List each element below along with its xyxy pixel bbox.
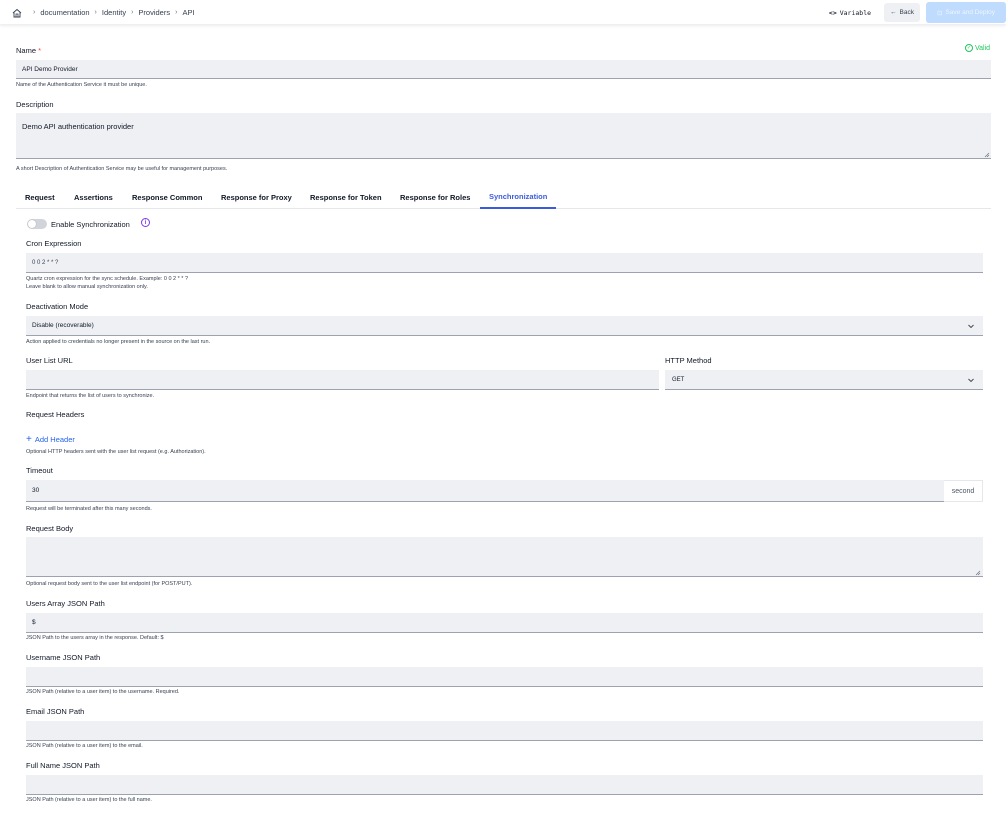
user-list-url-hint: Endpoint that returns the list of users … (26, 393, 155, 399)
name-label-text: Name (16, 46, 37, 55)
users-array-json-path-hint: JSON Path to the users array in the resp… (26, 635, 164, 641)
timeout-input[interactable]: 30 (26, 480, 944, 502)
cron-hint-manual: Leave blank to allow manual synchronizat… (26, 284, 148, 290)
description-value: Demo API authentication provider (22, 122, 134, 131)
breadcrumb-item-providers[interactable]: Providers (138, 8, 170, 17)
username-json-path-hint: JSON Path (relative to a user item) to t… (26, 689, 180, 695)
name-label: Name * (16, 46, 41, 55)
http-method-value: GET (672, 376, 685, 383)
request-body-hint: Optional request body sent to the user l… (26, 581, 193, 587)
email-json-path-label: Email JSON Path (26, 707, 85, 716)
tab-assertions[interactable]: Assertions (65, 185, 122, 209)
description-textarea[interactable]: Demo API authentication provider (16, 113, 991, 159)
deactivation-mode-value: Disable (recoverable) (32, 322, 94, 329)
enable-synchronization-toggle[interactable] (27, 219, 47, 229)
users-array-json-path-label: Users Array JSON Path (26, 599, 105, 608)
save-button-label: Save and Deploy (945, 9, 995, 16)
tab-response-for-proxy[interactable]: Response for Proxy (212, 185, 301, 209)
request-headers-hint: Optional HTTP headers sent with the user… (26, 449, 206, 455)
valid-indicator: ✓ Valid (965, 44, 990, 52)
code-icon: <> (828, 8, 837, 17)
tab-response-common[interactable]: Response Common (123, 185, 211, 209)
variable-button-label: Variable (839, 8, 872, 17)
deactivation-hint: Action applied to credentials no longer … (26, 339, 211, 345)
name-hint: Name of the Authentication Service it mu… (16, 82, 147, 88)
cron-expression-input[interactable]: 0 0 2 * * ? (26, 253, 983, 273)
request-body-label: Request Body (26, 524, 74, 533)
top-bar: › documentation › Identity › Providers ›… (0, 0, 1006, 25)
full-name-json-path-hint: JSON Path (relative to a user item) to t… (26, 797, 152, 803)
info-icon[interactable]: i (141, 218, 150, 227)
cron-hint: Quartz cron expression for the sync sche… (26, 276, 189, 282)
breadcrumb: › documentation › Identity › Providers ›… (12, 0, 195, 25)
tab-bar: Request Assertions Response Common Respo… (16, 185, 991, 209)
request-body-textarea[interactable] (26, 537, 983, 577)
full-name-json-path-label: Full Name JSON Path (26, 761, 100, 770)
save-icon: ⊡ (937, 9, 943, 17)
users-array-json-path-input[interactable]: $ (26, 613, 983, 633)
user-list-url-label: User List URL (26, 356, 73, 365)
plus-icon: + (26, 433, 32, 445)
timeout-hint: Request will be terminated after this ma… (26, 506, 152, 512)
username-json-path-input[interactable] (26, 667, 983, 687)
back-button[interactable]: ← Back (884, 3, 920, 22)
home-icon[interactable] (12, 8, 22, 18)
request-headers-label: Request Headers (26, 410, 85, 419)
http-method-select[interactable]: GET (665, 370, 983, 390)
tab-synchronization[interactable]: Synchronization (480, 185, 557, 209)
add-header-label: Add Header (34, 435, 75, 444)
resize-grip-icon[interactable] (975, 570, 981, 576)
valid-label: Valid (975, 44, 991, 52)
chevron-right-icon: › (175, 9, 178, 16)
toolbar-actions: <> Variable ← Back ⊡ Save and Deploy (829, 2, 1006, 23)
arrow-left-icon: ← (890, 9, 897, 16)
name-input[interactable]: API Demo Provider (16, 60, 991, 79)
chevron-right-icon: › (131, 9, 134, 16)
resize-grip-icon[interactable] (984, 152, 990, 158)
variable-button[interactable]: <> Variable (829, 9, 871, 17)
back-button-label: Back (899, 9, 914, 16)
http-method-label: HTTP Method (665, 356, 712, 365)
full-name-json-path-input[interactable] (26, 775, 983, 795)
email-json-path-input[interactable] (26, 721, 983, 741)
timeout-unit: second (944, 480, 983, 502)
username-json-path-label: Username JSON Path (26, 653, 101, 662)
tab-request[interactable]: Request (16, 185, 64, 209)
tab-response-for-token[interactable]: Response for Token (301, 185, 391, 209)
chevron-down-icon (968, 324, 974, 328)
description-hint: A short Description of Authentication Se… (16, 166, 228, 172)
chevron-right-icon: › (94, 9, 97, 16)
breadcrumb-item-documentation[interactable]: documentation (40, 8, 89, 17)
deactivation-mode-label: Deactivation Mode (26, 302, 89, 311)
toggle-knob (28, 220, 36, 228)
chevron-right-icon: › (33, 9, 36, 16)
description-label: Description (16, 100, 54, 109)
deactivation-mode-select[interactable]: Disable (recoverable) (26, 316, 983, 336)
save-and-deploy-button[interactable]: ⊡ Save and Deploy (926, 2, 1006, 23)
required-mark: * (38, 46, 42, 55)
breadcrumb-item-current: API (182, 8, 195, 17)
tab-response-for-roles[interactable]: Response for Roles (391, 185, 479, 209)
user-list-url-input[interactable] (26, 370, 659, 390)
chevron-down-icon (968, 378, 974, 382)
email-json-path-hint: JSON Path (relative to a user item) to t… (26, 743, 143, 749)
enable-synchronization-label: Enable Synchronization (51, 220, 130, 229)
add-header-button[interactable]: + Add Header (26, 433, 75, 445)
timeout-label: Timeout (26, 466, 53, 475)
cron-expression-label: Cron Expression (26, 239, 82, 248)
check-circle-icon: ✓ (965, 44, 973, 52)
breadcrumb-item-identity[interactable]: Identity (102, 8, 126, 17)
